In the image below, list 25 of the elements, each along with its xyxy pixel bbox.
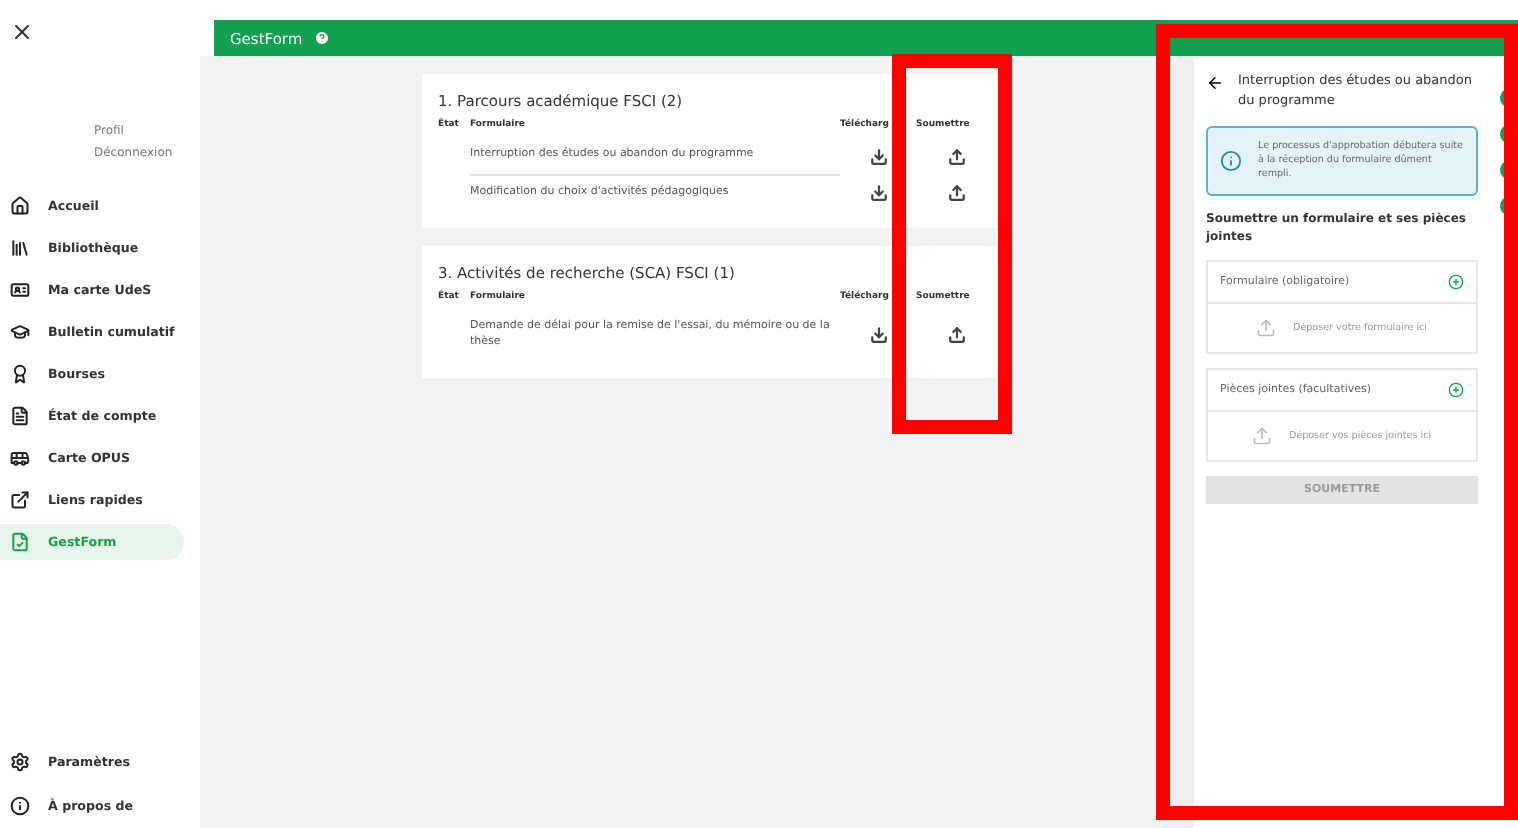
download-button[interactable]	[869, 184, 887, 203]
home-icon	[10, 196, 30, 216]
info-icon	[1220, 149, 1242, 172]
upload-button[interactable]	[947, 326, 965, 345]
info-icon	[10, 796, 30, 816]
books-icon	[10, 238, 30, 258]
upload-button[interactable]	[947, 147, 965, 166]
id-card-icon	[10, 280, 30, 300]
graduation-cap-icon	[10, 322, 30, 342]
document-icon	[10, 406, 30, 426]
add-icon[interactable]	[1448, 274, 1464, 291]
download-button[interactable]	[869, 326, 887, 345]
upload-icon	[1252, 426, 1273, 447]
upload-button[interactable]	[947, 184, 965, 203]
external-link-icon	[10, 490, 30, 510]
close-button[interactable]	[10, 20, 34, 44]
help-icon[interactable]	[314, 30, 331, 46]
settings-icon	[10, 752, 30, 772]
download-button[interactable]	[869, 147, 887, 166]
back-button[interactable]	[1206, 74, 1224, 92]
form-icon	[10, 532, 30, 552]
add-icon[interactable]	[1448, 382, 1464, 399]
award-icon	[10, 364, 30, 384]
upload-icon	[1256, 318, 1277, 339]
bus-icon	[10, 448, 30, 468]
